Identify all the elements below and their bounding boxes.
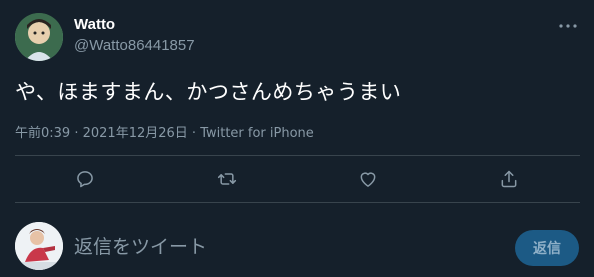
tweet-source[interactable]: Twitter for iPhone <box>200 126 314 141</box>
more-dots-icon <box>559 24 577 28</box>
reply-button[interactable] <box>74 168 96 190</box>
author-display-name[interactable]: Watto <box>74 16 115 33</box>
retweet-icon <box>217 173 237 185</box>
tweet-date[interactable]: 2021年12月26日 <box>83 126 188 141</box>
like-button[interactable] <box>357 168 379 190</box>
avatar-image <box>15 13 63 61</box>
tweet-metadata: 午前0:39 · 2021年12月26日 · Twitter for iPhon… <box>15 122 314 141</box>
heart-icon <box>360 172 376 187</box>
author-handle[interactable]: @Watto86441857 <box>74 37 195 54</box>
tweet-time[interactable]: 午前0:39 <box>15 126 70 141</box>
reply-composer: 返信をツイート 返信 <box>0 212 594 277</box>
reply-submit-button[interactable]: 返信 <box>515 230 579 266</box>
retweet-button[interactable] <box>216 168 238 190</box>
action-bar <box>15 156 580 202</box>
tweet-text: や、ほますまん、かつさんめちゃうまい <box>15 80 402 104</box>
meta-separator: · <box>70 126 83 141</box>
author-avatar[interactable] <box>15 13 63 61</box>
meta-separator: · <box>187 126 201 141</box>
tweet: Watto @Watto86441857 や、ほますまん、かつさんめちゃうまい … <box>0 0 594 277</box>
more-options-button[interactable] <box>556 14 580 38</box>
divider <box>15 202 580 203</box>
reply-icon <box>77 171 93 188</box>
avatar-image <box>15 222 63 270</box>
share-icon <box>501 170 517 188</box>
share-button[interactable] <box>498 168 520 190</box>
reply-input[interactable]: 返信をツイート <box>74 232 494 262</box>
current-user-avatar <box>15 222 63 270</box>
